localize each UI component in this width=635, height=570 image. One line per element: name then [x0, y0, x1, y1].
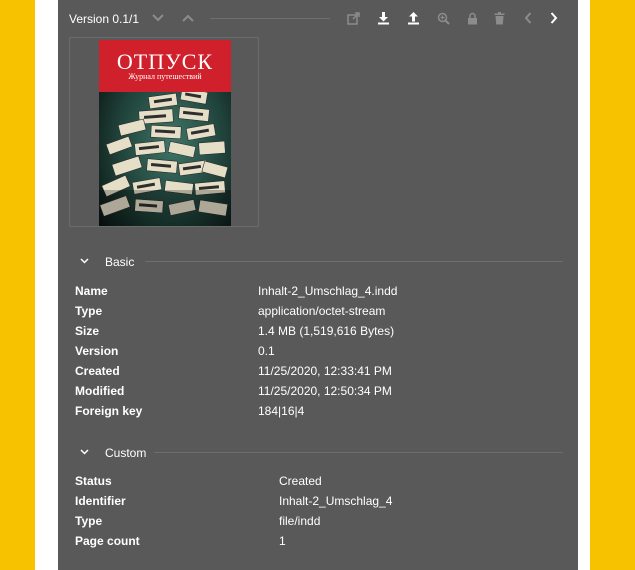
version-label: Version 0.1/1	[69, 12, 140, 26]
collapse-chevron-icon[interactable]	[77, 445, 91, 459]
open-external-icon[interactable]	[344, 9, 362, 27]
property-value: 11/25/2020, 12:33:41 PM	[258, 364, 392, 378]
section-divider	[154, 452, 563, 453]
section-header-basic[interactable]: Basic	[58, 251, 578, 271]
property-key: Type	[75, 514, 103, 528]
chevron-down-icon[interactable]	[149, 9, 167, 27]
thumbnail-frame[interactable]: ОТПУСК Журнал путешествий	[69, 37, 259, 227]
property-row: Status Created	[58, 471, 578, 491]
property-key: Type	[75, 304, 103, 318]
property-row: Created 11/25/2020, 12:33:41 PM	[58, 361, 578, 381]
property-value: 1	[279, 534, 286, 548]
property-key: Page count	[75, 534, 140, 548]
property-key: Size	[75, 324, 100, 338]
property-key: Modified	[75, 384, 125, 398]
property-value: 0.1	[258, 344, 275, 358]
lock-icon[interactable]	[463, 9, 481, 27]
property-key: Created	[75, 364, 120, 378]
chevron-right-icon[interactable]	[545, 9, 563, 27]
cover-thumbnail-image: ОТПУСК Журнал путешествий	[99, 40, 231, 226]
property-value: Inhalt-2_Umschlag_4.indd	[258, 284, 398, 298]
property-value: file/indd	[279, 514, 321, 528]
chevron-up-icon[interactable]	[179, 9, 197, 27]
property-row: Page count 1	[58, 531, 578, 551]
chevron-left-icon[interactable]	[519, 9, 537, 27]
property-row: Size 1.4 MB (1,519,616 Bytes)	[58, 321, 578, 341]
property-key: Status	[75, 474, 112, 488]
property-row: Identifier Inhalt-2_Umschlag_4	[58, 491, 578, 511]
download-icon[interactable]	[374, 9, 392, 27]
section-divider	[145, 261, 563, 262]
property-value: Created	[279, 474, 322, 488]
toolbar-divider	[210, 18, 330, 19]
property-row: Version 0.1	[58, 341, 578, 361]
property-value: 184|16|4	[258, 404, 305, 418]
property-value: 11/25/2020, 12:50:34 PM	[258, 384, 392, 398]
property-key: Foreign key	[75, 404, 143, 418]
property-value: Inhalt-2_Umschlag_4	[279, 494, 393, 508]
property-row: Type application/octet-stream	[58, 301, 578, 321]
property-value: 1.4 MB (1,519,616 Bytes)	[258, 324, 395, 338]
property-row: Name Inhalt-2_Umschlag_4.indd	[58, 281, 578, 301]
property-value: application/octet-stream	[258, 304, 386, 318]
section-header-custom[interactable]: Custom	[58, 442, 578, 462]
property-key: Identifier	[75, 494, 126, 508]
cover-subtitle: Журнал путешествий	[128, 72, 202, 81]
property-key: Version	[75, 344, 119, 358]
section-label-basic: Basic	[105, 255, 135, 269]
upload-icon[interactable]	[404, 9, 422, 27]
toolbar: Version 0.1/1	[58, 0, 578, 36]
cover-masthead: ОТПУСК Журнал путешествий	[99, 40, 231, 92]
collapse-chevron-icon[interactable]	[77, 254, 91, 268]
trash-icon[interactable]	[490, 9, 508, 27]
property-row: Foreign key 184|16|4	[58, 401, 578, 421]
asset-details-panel: Version 0.1/1 ОТПУСК Журнал путешествий …	[58, 0, 578, 570]
property-key: Name	[75, 284, 108, 298]
property-row: Type file/indd	[58, 511, 578, 531]
property-row: Modified 11/25/2020, 12:50:34 PM	[58, 381, 578, 401]
zoom-in-icon[interactable]	[434, 9, 452, 27]
section-label-custom: Custom	[105, 446, 147, 460]
